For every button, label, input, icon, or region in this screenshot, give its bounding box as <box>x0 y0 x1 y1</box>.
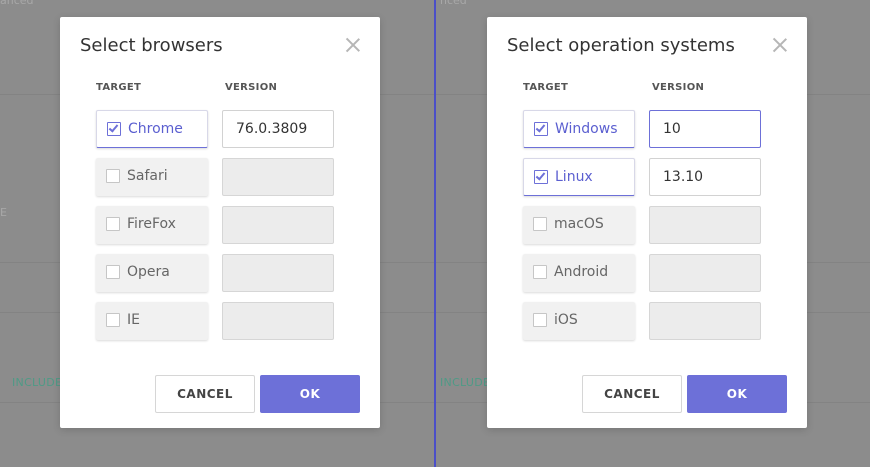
version-input-opera <box>222 254 334 292</box>
checkbox[interactable] <box>106 313 120 327</box>
version-input-android <box>649 254 761 292</box>
ok-button[interactable]: OK <box>260 375 360 413</box>
os-toggle-macos[interactable]: macOS <box>523 206 635 244</box>
browser-row-chrome: Chrome <box>96 110 334 148</box>
browser-toggle-opera[interactable]: Opera <box>96 254 208 292</box>
background-include-link[interactable]: INCLUDE <box>12 376 62 389</box>
ok-button[interactable]: OK <box>687 375 787 413</box>
checkmark-icon <box>535 122 546 133</box>
version-input-ios <box>649 302 761 340</box>
browser-row-safari: Safari <box>96 158 334 196</box>
os-toggle-android[interactable]: Android <box>523 254 635 292</box>
browser-toggle-firefox[interactable]: FireFox <box>96 206 208 244</box>
os-row-android: Android <box>523 254 761 292</box>
checkbox[interactable] <box>106 169 120 183</box>
os-toggle-ios[interactable]: iOS <box>523 302 635 340</box>
version-input-windows[interactable] <box>649 110 761 148</box>
checkbox[interactable] <box>534 170 548 184</box>
checkbox[interactable] <box>106 265 120 279</box>
target-column-header: TARGET <box>523 82 569 93</box>
os-label: macOS <box>554 216 604 232</box>
version-column-header: VERSION <box>225 82 278 93</box>
background-label: nced <box>440 0 467 7</box>
version-input-firefox <box>222 206 334 244</box>
version-input-macos <box>649 206 761 244</box>
background-label: anced <box>0 0 34 7</box>
os-label: Linux <box>555 169 593 185</box>
browser-label: FireFox <box>127 216 176 232</box>
background-label: E <box>0 206 7 219</box>
os-label: iOS <box>554 312 578 328</box>
target-column-header: TARGET <box>96 82 142 93</box>
version-input-ie <box>222 302 334 340</box>
os-row-linux: Linux <box>523 158 761 196</box>
checkbox[interactable] <box>533 217 547 231</box>
version-input-linux[interactable] <box>649 158 761 196</box>
os-toggle-windows[interactable]: Windows <box>523 110 635 148</box>
cancel-button[interactable]: CANCEL <box>582 375 682 413</box>
close-icon[interactable] <box>771 36 789 54</box>
select-browsers-dialog: Select browsers TARGET VERSION Chrome Sa… <box>60 17 380 428</box>
os-row-macos: macOS <box>523 206 761 244</box>
browser-row-opera: Opera <box>96 254 334 292</box>
checkbox[interactable] <box>533 265 547 279</box>
select-os-dialog: Select operation systems TARGET VERSION … <box>487 17 807 428</box>
browser-row-firefox: FireFox <box>96 206 334 244</box>
browser-toggle-chrome[interactable]: Chrome <box>96 110 208 148</box>
background-include-link[interactable]: INCLUDE <box>440 376 490 389</box>
version-input-chrome[interactable] <box>222 110 334 148</box>
browser-label: IE <box>127 312 140 328</box>
checkbox[interactable] <box>106 217 120 231</box>
checkbox[interactable] <box>107 122 121 136</box>
version-column-header: VERSION <box>652 82 705 93</box>
os-label: Android <box>554 264 609 280</box>
cancel-button[interactable]: CANCEL <box>155 375 255 413</box>
browser-label: Safari <box>127 168 168 184</box>
version-input-safari <box>222 158 334 196</box>
os-label: Windows <box>555 121 618 137</box>
checkmark-icon <box>535 170 546 181</box>
os-row-ios: iOS <box>523 302 761 340</box>
checkbox[interactable] <box>534 122 548 136</box>
browser-label: Opera <box>127 264 170 280</box>
browser-label: Chrome <box>128 121 183 137</box>
checkmark-icon <box>108 122 119 133</box>
os-row-windows: Windows <box>523 110 761 148</box>
close-icon[interactable] <box>344 36 362 54</box>
dialog-title: Select operation systems <box>507 35 735 56</box>
browser-row-ie: IE <box>96 302 334 340</box>
dialog-title: Select browsers <box>80 35 223 56</box>
browser-toggle-ie[interactable]: IE <box>96 302 208 340</box>
os-toggle-linux[interactable]: Linux <box>523 158 635 196</box>
browser-toggle-safari[interactable]: Safari <box>96 158 208 196</box>
checkbox[interactable] <box>533 313 547 327</box>
